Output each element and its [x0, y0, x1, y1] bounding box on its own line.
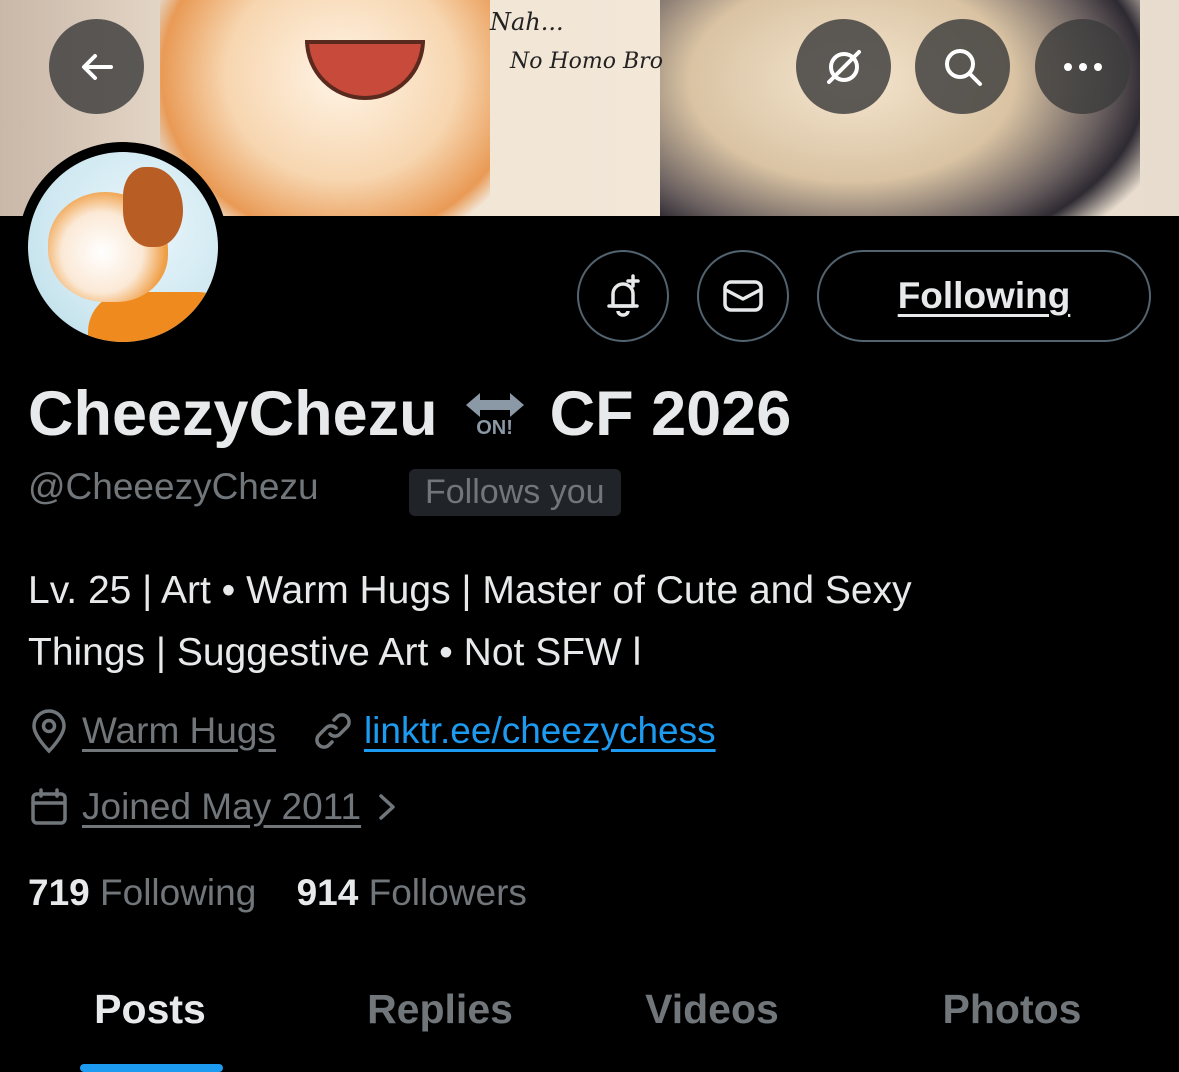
bio-line-1: Lv. 25 | Art • Warm Hugs | Master of Cut…	[28, 569, 912, 612]
location-website-row: Warm Hugs linktr.ee/cheezychess	[28, 708, 716, 754]
display-name: CheezyChezu ON! CF 2026	[28, 378, 791, 450]
grok-icon	[826, 49, 861, 84]
notify-button[interactable]	[577, 250, 669, 342]
following-label: Following	[100, 872, 257, 913]
arrow-left-icon	[81, 53, 113, 80]
left-right-arrow-icon	[465, 393, 524, 417]
joined-text[interactable]: Joined May 2011	[82, 786, 361, 828]
tab-replies[interactable]: Replies	[340, 980, 540, 1072]
avatar-image	[28, 152, 218, 342]
more-button[interactable]	[1035, 19, 1130, 114]
handle: @CheeezyChezu	[28, 466, 319, 507]
following-count: 719	[28, 872, 90, 913]
follow-stats: 719 Following 914 Followers	[28, 872, 527, 914]
on-badge-text: ON!	[476, 417, 513, 439]
tab-videos[interactable]: Videos	[612, 980, 812, 1072]
tab-posts[interactable]: Posts	[50, 980, 250, 1072]
followers-count: 914	[296, 872, 359, 913]
on-swap-badge: ON!	[462, 390, 528, 438]
calendar-icon	[31, 788, 67, 825]
banner-speech-line-1: Nah...	[490, 8, 564, 36]
avatar-ear	[123, 167, 183, 247]
link-icon	[315, 713, 351, 749]
back-button[interactable]	[49, 19, 144, 114]
banner-character-left	[160, 0, 490, 216]
chevron-right-icon	[379, 794, 395, 820]
message-button[interactable]	[697, 250, 789, 342]
website-link[interactable]: linktr.ee/cheezychess	[364, 710, 716, 752]
following-stat[interactable]: 719 Following	[28, 872, 256, 913]
banner-speech-line-2: No Homo Bro	[510, 49, 663, 74]
profile-avatar[interactable]	[18, 142, 228, 352]
location-pin-icon	[32, 709, 66, 754]
display-name-part1: CheezyChezu	[28, 379, 438, 449]
profile-tabs: Posts Replies Videos Photos	[0, 980, 1179, 1072]
location-text[interactable]: Warm Hugs	[82, 710, 276, 752]
bio-line-2: Things | Suggestive Art • Not SFW l	[28, 631, 642, 674]
search-button[interactable]	[915, 19, 1010, 114]
bell-plus-icon	[607, 274, 640, 317]
followers-stat[interactable]: 914 Followers	[297, 872, 527, 913]
search-icon	[944, 48, 982, 86]
tab-photos[interactable]: Photos	[912, 980, 1112, 1072]
followers-label: Followers	[368, 872, 527, 913]
active-tab-indicator	[80, 1064, 223, 1072]
bio: Lv. 25 | Art • Warm Hugs | Master of Cut…	[28, 560, 1148, 684]
following-button[interactable]: Following	[817, 250, 1151, 342]
grok-button[interactable]	[796, 19, 891, 114]
envelope-icon	[723, 280, 763, 312]
joined-row[interactable]: Joined May 2011	[28, 786, 399, 828]
display-name-part2: CF 2026	[549, 379, 792, 449]
banner-speech-text: Nah... No Homo Bro	[488, 2, 678, 102]
follows-you-badge: Follows you	[409, 469, 621, 516]
more-icon	[1063, 62, 1102, 71]
